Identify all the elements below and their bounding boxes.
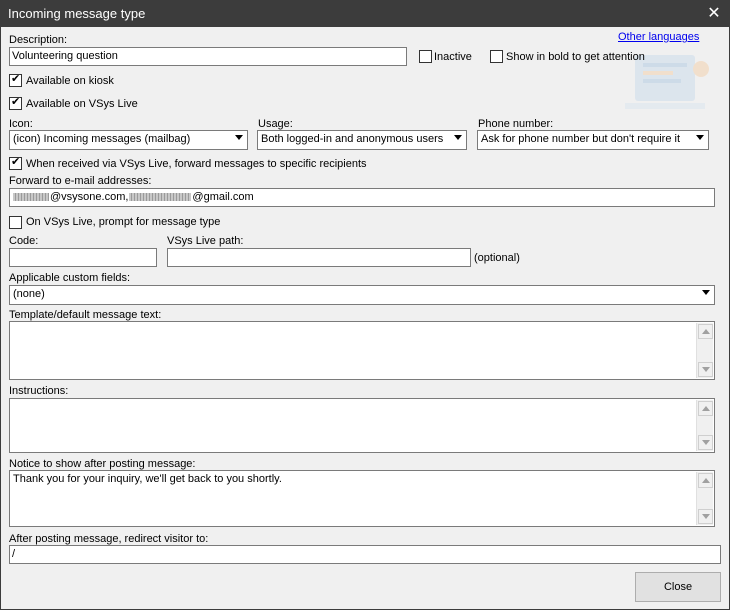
redacted-text <box>13 193 49 202</box>
forward-emails-part1: @vsysone.com, <box>50 191 129 203</box>
instructions-label: Instructions: <box>9 385 69 397</box>
path-label: VSys Live path: <box>167 235 244 247</box>
template-label: Template/default message text: <box>9 309 162 321</box>
custom-fields-value: (none) <box>13 288 45 300</box>
code-input[interactable] <box>9 248 157 267</box>
scroll-up-icon[interactable] <box>698 401 713 416</box>
forward-label: When received via VSys Live, forward mes… <box>26 158 367 170</box>
window-title: Incoming message type <box>8 6 146 21</box>
scroll-down-icon[interactable] <box>698 362 713 377</box>
close-button[interactable]: Close <box>635 572 721 602</box>
scroll-down-icon[interactable] <box>698 509 713 524</box>
scroll-up-icon[interactable] <box>698 473 713 488</box>
notice-scrollbar[interactable] <box>696 472 713 525</box>
chevron-down-icon <box>702 290 710 295</box>
vsys-live-checkbox[interactable]: ✔ <box>9 96 22 110</box>
vsys-live-label: Available on VSys Live <box>26 98 138 110</box>
notice-text: Thank you for your inquiry, we'll get ba… <box>13 473 282 485</box>
template-scrollbar[interactable] <box>696 323 713 378</box>
template-textarea[interactable] <box>9 321 715 380</box>
notice-label: Notice to show after posting message: <box>9 458 196 470</box>
other-languages-link[interactable]: Other languages <box>618 31 699 43</box>
chevron-down-icon <box>235 135 243 140</box>
bold-label: Show in bold to get attention <box>506 51 645 63</box>
phone-label: Phone number: <box>478 118 554 130</box>
icon-select-value: (icon) Incoming messages (mailbag) <box>13 133 191 145</box>
inactive-checkbox[interactable] <box>419 50 432 63</box>
checkmark-icon: ✔ <box>11 96 21 108</box>
checkmark-icon: ✔ <box>11 73 21 85</box>
path-optional-label: (optional) <box>474 252 520 264</box>
forward-emails-label: Forward to e-mail addresses: <box>9 175 152 187</box>
title-bar: Incoming message type ✕ <box>1 1 729 27</box>
instructions-scrollbar[interactable] <box>696 400 713 451</box>
path-input[interactable] <box>167 248 471 267</box>
instructions-textarea[interactable] <box>9 398 715 453</box>
redirect-input[interactable]: / <box>9 545 721 564</box>
chevron-down-icon <box>454 135 462 140</box>
icon-label: Icon: <box>9 118 33 130</box>
notice-textarea[interactable]: Thank you for your inquiry, we'll get ba… <box>9 470 715 527</box>
close-icon[interactable]: ✕ <box>699 1 729 27</box>
bold-checkbox[interactable] <box>490 50 503 63</box>
phone-select-value: Ask for phone number but don't require i… <box>481 133 680 145</box>
forward-checkbox[interactable]: ✔ <box>9 156 22 170</box>
usage-label: Usage: <box>258 118 293 130</box>
scroll-up-icon[interactable] <box>698 324 713 339</box>
usage-select-value: Both logged-in and anonymous users <box>261 133 444 145</box>
custom-fields-select[interactable]: (none) <box>9 285 715 305</box>
forward-emails-part2: @gmail.com <box>192 191 254 203</box>
forward-emails-input[interactable]: @vsysone.com, @gmail.com <box>9 188 715 207</box>
prompt-type-checkbox[interactable] <box>9 216 22 229</box>
redirect-label: After posting message, redirect visitor … <box>9 533 209 545</box>
description-label: Description: <box>9 34 68 46</box>
inactive-label: Inactive <box>434 51 472 63</box>
prompt-type-label: On VSys Live, prompt for message type <box>26 216 221 228</box>
description-input[interactable]: Volunteering question <box>9 47 407 66</box>
phone-select[interactable]: Ask for phone number but don't require i… <box>477 130 709 150</box>
redacted-text <box>129 193 192 202</box>
checkmark-icon: ✔ <box>11 156 21 168</box>
kiosk-checkbox[interactable]: ✔ <box>9 73 22 87</box>
custom-fields-label: Applicable custom fields: <box>9 272 131 284</box>
scroll-down-icon[interactable] <box>698 435 713 450</box>
chevron-down-icon <box>696 135 704 140</box>
dialog-window: Incoming message type ✕ Description: Oth… <box>0 0 730 610</box>
kiosk-label: Available on kiosk <box>26 75 114 87</box>
icon-select[interactable]: (icon) Incoming messages (mailbag) <box>9 130 248 150</box>
code-label: Code: <box>9 235 39 247</box>
usage-select[interactable]: Both logged-in and anonymous users <box>257 130 467 150</box>
